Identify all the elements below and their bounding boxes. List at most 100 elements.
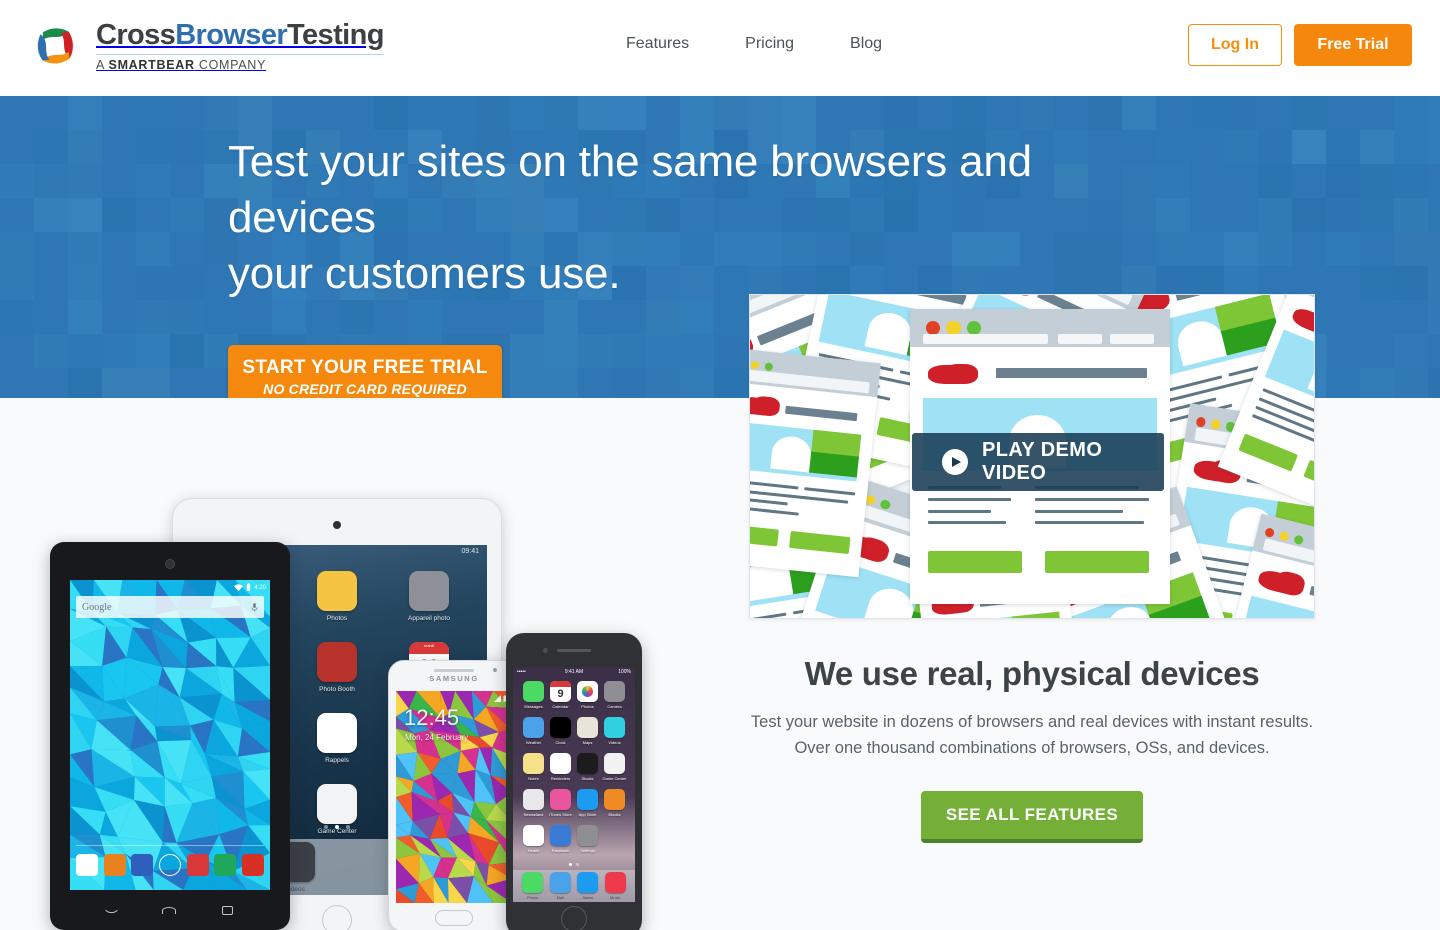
list-item[interactable]: Settings <box>574 825 601 853</box>
galaxy-camera-icon <box>493 668 497 672</box>
ipad-home-button[interactable] <box>322 905 352 930</box>
list-item[interactable]: Stocks <box>574 753 601 781</box>
nav-item-pricing[interactable]: Pricing <box>717 32 822 56</box>
promo-section: We use real, physical devices Test your … <box>700 655 1364 843</box>
galaxy-home-button[interactable] <box>435 910 473 926</box>
app-icon: 9 <box>550 681 571 702</box>
site-header: CrossBrowserTesting A SMARTBEAR COMPANY … <box>0 0 1440 96</box>
list-item[interactable]: Phone <box>522 872 544 900</box>
list-item[interactable]: Notes <box>520 753 547 781</box>
login-button[interactable]: Log In <box>1188 24 1282 66</box>
nexus-back-icon[interactable] <box>105 903 118 917</box>
see-all-features-button[interactable]: SEE ALL FEATURES <box>921 791 1143 843</box>
iphone-screen: ••••• 9:41 AM 100% Messages 9 Calendar Phot… <box>513 667 635 902</box>
crossbrowsertesting-pinwheel-logo-icon <box>37 28 73 64</box>
hero-title-line1: Test your sites on the same browsers and… <box>228 137 1032 242</box>
list-item[interactable]: Health <box>520 825 547 853</box>
app-icon <box>577 825 598 846</box>
app-icon <box>550 717 571 738</box>
iphone-battery-label: 100% <box>618 669 631 675</box>
nexus-home-icon[interactable] <box>162 906 176 914</box>
app-icon <box>577 789 598 810</box>
nexus-screen: 4:20 Google <box>70 580 270 890</box>
list-item[interactable]: Photos <box>291 571 383 622</box>
app-label: Music <box>610 895 621 900</box>
logo-word-cross: Cross <box>96 19 176 52</box>
nexus-google-search-bar[interactable]: Google <box>76 596 264 618</box>
app-icon[interactable] <box>186 854 209 876</box>
app-icon <box>523 681 544 702</box>
list-item[interactable]: iBooks <box>601 789 628 817</box>
iphone-home-button[interactable] <box>561 906 587 930</box>
galaxy-screen: 12:45 Mon, 24 February <box>396 691 512 903</box>
play-triangle-icon <box>942 449 968 475</box>
app-icon <box>604 753 625 774</box>
start-free-trial-button[interactable]: START YOUR FREE TRIAL NO CREDIT CARD REQ… <box>228 345 502 398</box>
app-label: Passbook <box>551 848 570 853</box>
list-item[interactable]: Music <box>604 872 626 900</box>
app-label: iTunes Store <box>549 812 572 817</box>
app-icon <box>550 825 571 846</box>
app-icon <box>550 753 571 774</box>
app-icon[interactable] <box>131 854 154 876</box>
app-label: Newsstand <box>523 812 544 817</box>
logo-wordmark: CrossBrowserTesting <box>96 20 384 50</box>
app-icon[interactable] <box>241 854 264 876</box>
list-item[interactable]: Weather <box>520 717 547 745</box>
app-icon <box>604 872 626 893</box>
app-label: Messages <box>524 704 543 709</box>
app-icon[interactable] <box>76 854 98 876</box>
promo-subtitle-line1: Test your website in dozens of browsers … <box>750 713 1314 731</box>
list-item[interactable]: Messages <box>520 681 547 709</box>
app-label: Safari <box>582 895 593 900</box>
tagline-prefix: A <box>96 57 109 72</box>
hero-title: Test your sites on the same browsers and… <box>228 134 1188 302</box>
list-item[interactable]: Appareil photo <box>383 571 475 622</box>
app-icon[interactable] <box>158 854 181 876</box>
nav-item-blog[interactable]: Blog <box>822 32 910 56</box>
app-icon[interactable] <box>103 854 126 876</box>
list-item[interactable]: Rappels <box>291 713 383 764</box>
promo-subtitle: Test your website in dozens of browsers … <box>700 709 1364 761</box>
app-label: Stocks <box>581 776 594 781</box>
list-item[interactable]: Camera <box>601 681 628 709</box>
list-item[interactable]: App Store <box>574 789 601 817</box>
app-icon <box>550 789 571 810</box>
list-item[interactable]: Photo Booth <box>291 642 383 693</box>
ipad-page-dots <box>324 825 350 829</box>
nexus-recents-icon[interactable] <box>222 905 233 915</box>
iphone-dock: Phone Mail Safari Music <box>513 870 635 902</box>
battery-icon <box>247 583 251 591</box>
iphone-status-bar: ••••• 9:41 AM 100% <box>513 669 635 678</box>
nexus-search-placeholder: Google <box>82 601 112 613</box>
app-label: Maps <box>582 740 593 745</box>
list-item[interactable]: Game Center <box>601 753 628 781</box>
iphone-app-grid: Messages 9 Calendar Photos Camera Weather Cloc… <box>520 681 628 853</box>
app-label: App Store <box>578 812 597 817</box>
nav-item-features[interactable]: Features <box>612 32 717 56</box>
nexus-dock-divider <box>76 845 264 846</box>
app-label: Notes <box>528 776 539 781</box>
list-item[interactable]: Videos <box>601 717 628 745</box>
list-item[interactable]: iTunes Store <box>547 789 574 817</box>
nexus-wallpaper <box>70 580 270 890</box>
play-demo-video-overlay[interactable]: PLAY DEMO VIDEO <box>912 433 1164 491</box>
hero-title-line2: your customers use. <box>228 249 621 298</box>
list-item[interactable]: Safari <box>577 872 599 900</box>
list-item[interactable]: Newsstand <box>520 789 547 817</box>
demo-video-card[interactable]: PLAY DEMO VIDEO <box>749 294 1315 619</box>
list-item[interactable]: Maps <box>574 717 601 745</box>
iphone-signal-label: ••••• <box>517 669 526 675</box>
signal-icon <box>494 695 501 702</box>
list-item[interactable]: Reminders <box>547 753 574 781</box>
list-item[interactable]: Clock <box>547 717 574 745</box>
app-icon[interactable] <box>214 854 237 876</box>
list-item[interactable]: Mail <box>549 872 571 900</box>
free-trial-button[interactable]: Free Trial <box>1294 24 1412 66</box>
list-item[interactable]: Passbook <box>547 825 574 853</box>
list-item[interactable]: Photos <box>574 681 601 709</box>
site-logo[interactable]: CrossBrowserTesting A SMARTBEAR COMPANY <box>26 18 384 74</box>
promo-subtitle-line2: Over one thousand combinations of browse… <box>794 739 1270 757</box>
microphone-icon[interactable] <box>251 602 258 612</box>
list-item[interactable]: 9 Calendar <box>547 681 574 709</box>
